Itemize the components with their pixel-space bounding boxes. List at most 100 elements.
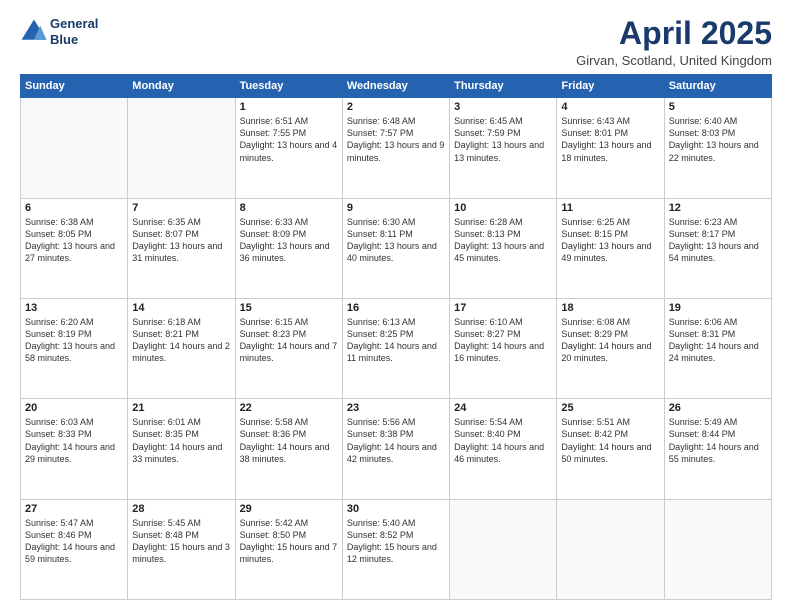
calendar-cell: 20 Sunrise: 6:03 AM Sunset: 8:33 PM Dayli… xyxy=(21,399,128,499)
calendar-week-row: 13 Sunrise: 6:20 AM Sunset: 8:19 PM Dayli… xyxy=(21,298,772,398)
day-info: Sunrise: 5:45 AM Sunset: 8:48 PM Dayligh… xyxy=(132,517,230,566)
day-number: 7 xyxy=(132,202,230,214)
calendar-cell: 30Sunrise: 5:40 AM Sunset: 8:52 PM Dayli… xyxy=(342,499,449,599)
calendar-week-row: 20 Sunrise: 6:03 AM Sunset: 8:33 PM Dayli… xyxy=(21,399,772,499)
calendar-cell: 21 Sunrise: 6:01 AM Sunset: 8:35 PM Dayli… xyxy=(128,399,235,499)
day-number: 5 xyxy=(669,101,767,113)
calendar-week-row: 1 Sunrise: 6:51 AM Sunset: 7:55 PM Daylig… xyxy=(21,98,772,198)
day-info: Sunrise: 6:45 AM Sunset: 7:59 PM Dayligh… xyxy=(454,115,552,164)
day-info: Sunrise: 5:51 AM Sunset: 8:42 PM Dayligh… xyxy=(561,416,659,465)
calendar-cell xyxy=(557,499,664,599)
day-header-tuesday: Tuesday xyxy=(235,75,342,98)
day-number: 16 xyxy=(347,302,445,314)
day-info: Sunrise: 6:43 AM Sunset: 8:01 PM Dayligh… xyxy=(561,115,659,164)
title-block: April 2025 Girvan, Scotland, United King… xyxy=(576,16,772,68)
day-number: 14 xyxy=(132,302,230,314)
calendar-cell: 6 Sunrise: 6:38 AM Sunset: 8:05 PM Daylig… xyxy=(21,198,128,298)
day-number: 8 xyxy=(240,202,338,214)
day-info: Sunrise: 6:25 AM Sunset: 8:15 PM Dayligh… xyxy=(561,216,659,265)
calendar-cell: 10 Sunrise: 6:28 AM Sunset: 8:13 PM Dayli… xyxy=(450,198,557,298)
day-number: 22 xyxy=(240,402,338,414)
day-header-wednesday: Wednesday xyxy=(342,75,449,98)
day-number: 1 xyxy=(240,101,338,113)
day-number: 27 xyxy=(25,503,123,515)
day-number: 20 xyxy=(25,402,123,414)
day-info: Sunrise: 6:03 AM Sunset: 8:33 PM Dayligh… xyxy=(25,416,123,465)
calendar-cell: 7 Sunrise: 6:35 AM Sunset: 8:07 PM Daylig… xyxy=(128,198,235,298)
day-number: 13 xyxy=(25,302,123,314)
day-number: 21 xyxy=(132,402,230,414)
calendar-cell: 27 Sunrise: 5:47 AM Sunset: 8:46 PM Dayli… xyxy=(21,499,128,599)
calendar-cell: 24 Sunrise: 5:54 AM Sunset: 8:40 PM Dayli… xyxy=(450,399,557,499)
day-header-saturday: Saturday xyxy=(664,75,771,98)
day-header-friday: Friday xyxy=(557,75,664,98)
day-number: 4 xyxy=(561,101,659,113)
day-info: Sunrise: 5:49 AM Sunset: 8:44 PM Dayligh… xyxy=(669,416,767,465)
day-info: Sunrise: 6:28 AM Sunset: 8:13 PM Dayligh… xyxy=(454,216,552,265)
header: General Blue April 2025 Girvan, Scotland… xyxy=(20,16,772,68)
day-info: Sunrise: 6:01 AM Sunset: 8:35 PM Dayligh… xyxy=(132,416,230,465)
calendar-cell: 11Sunrise: 6:25 AM Sunset: 8:15 PM Dayli… xyxy=(557,198,664,298)
calendar-cell: 14 Sunrise: 6:18 AM Sunset: 8:21 PM Dayli… xyxy=(128,298,235,398)
day-number: 23 xyxy=(347,402,445,414)
day-info: Sunrise: 6:40 AM Sunset: 8:03 PM Dayligh… xyxy=(669,115,767,164)
day-info: Sunrise: 6:38 AM Sunset: 8:05 PM Dayligh… xyxy=(25,216,123,265)
calendar-header-row: SundayMondayTuesdayWednesdayThursdayFrid… xyxy=(21,75,772,98)
calendar-cell: 2Sunrise: 6:48 AM Sunset: 7:57 PM Daylig… xyxy=(342,98,449,198)
day-info: Sunrise: 5:58 AM Sunset: 8:36 PM Dayligh… xyxy=(240,416,338,465)
logo-icon xyxy=(20,18,48,46)
day-number: 2 xyxy=(347,101,445,113)
calendar-cell xyxy=(128,98,235,198)
calendar-cell xyxy=(450,499,557,599)
day-info: Sunrise: 6:23 AM Sunset: 8:17 PM Dayligh… xyxy=(669,216,767,265)
day-number: 6 xyxy=(25,202,123,214)
calendar-cell: 17 Sunrise: 6:10 AM Sunset: 8:27 PM Dayli… xyxy=(450,298,557,398)
day-number: 12 xyxy=(669,202,767,214)
page: General Blue April 2025 Girvan, Scotland… xyxy=(0,0,792,612)
calendar-cell: 28Sunrise: 5:45 AM Sunset: 8:48 PM Dayli… xyxy=(128,499,235,599)
day-info: Sunrise: 6:35 AM Sunset: 8:07 PM Dayligh… xyxy=(132,216,230,265)
calendar-week-row: 27 Sunrise: 5:47 AM Sunset: 8:46 PM Dayli… xyxy=(21,499,772,599)
calendar-cell: 1 Sunrise: 6:51 AM Sunset: 7:55 PM Daylig… xyxy=(235,98,342,198)
day-number: 18 xyxy=(561,302,659,314)
calendar-cell: 26 Sunrise: 5:49 AM Sunset: 8:44 PM Dayli… xyxy=(664,399,771,499)
calendar-cell: 25 Sunrise: 5:51 AM Sunset: 8:42 PM Dayli… xyxy=(557,399,664,499)
calendar-cell: 8 Sunrise: 6:33 AM Sunset: 8:09 PM Daylig… xyxy=(235,198,342,298)
calendar-cell: 4 Sunrise: 6:43 AM Sunset: 8:01 PM Daylig… xyxy=(557,98,664,198)
day-header-monday: Monday xyxy=(128,75,235,98)
day-info: Sunrise: 6:15 AM Sunset: 8:23 PM Dayligh… xyxy=(240,316,338,365)
calendar-cell xyxy=(21,98,128,198)
calendar-cell: 19Sunrise: 6:06 AM Sunset: 8:31 PM Dayli… xyxy=(664,298,771,398)
day-info: Sunrise: 6:51 AM Sunset: 7:55 PM Dayligh… xyxy=(240,115,338,164)
month-title: April 2025 xyxy=(576,16,772,51)
day-info: Sunrise: 5:47 AM Sunset: 8:46 PM Dayligh… xyxy=(25,517,123,566)
calendar-cell: 15 Sunrise: 6:15 AM Sunset: 8:23 PM Dayli… xyxy=(235,298,342,398)
calendar-cell: 23 Sunrise: 5:56 AM Sunset: 8:38 PM Dayli… xyxy=(342,399,449,499)
calendar-cell: 22 Sunrise: 5:58 AM Sunset: 8:36 PM Dayli… xyxy=(235,399,342,499)
day-number: 15 xyxy=(240,302,338,314)
day-number: 10 xyxy=(454,202,552,214)
calendar-cell: 18 Sunrise: 6:08 AM Sunset: 8:29 PM Dayli… xyxy=(557,298,664,398)
day-info: Sunrise: 6:20 AM Sunset: 8:19 PM Dayligh… xyxy=(25,316,123,365)
day-number: 9 xyxy=(347,202,445,214)
day-info: Sunrise: 6:33 AM Sunset: 8:09 PM Dayligh… xyxy=(240,216,338,265)
day-info: Sunrise: 5:54 AM Sunset: 8:40 PM Dayligh… xyxy=(454,416,552,465)
calendar-cell: 3 Sunrise: 6:45 AM Sunset: 7:59 PM Daylig… xyxy=(450,98,557,198)
day-info: Sunrise: 6:08 AM Sunset: 8:29 PM Dayligh… xyxy=(561,316,659,365)
day-info: Sunrise: 5:56 AM Sunset: 8:38 PM Dayligh… xyxy=(347,416,445,465)
day-number: 3 xyxy=(454,101,552,113)
day-number: 25 xyxy=(561,402,659,414)
calendar-cell: 5 Sunrise: 6:40 AM Sunset: 8:03 PM Daylig… xyxy=(664,98,771,198)
day-number: 17 xyxy=(454,302,552,314)
calendar-week-row: 6 Sunrise: 6:38 AM Sunset: 8:05 PM Daylig… xyxy=(21,198,772,298)
calendar-cell: 16Sunrise: 6:13 AM Sunset: 8:25 PM Dayli… xyxy=(342,298,449,398)
day-info: Sunrise: 6:18 AM Sunset: 8:21 PM Dayligh… xyxy=(132,316,230,365)
calendar-cell: 29Sunrise: 5:42 AM Sunset: 8:50 PM Dayli… xyxy=(235,499,342,599)
day-number: 24 xyxy=(454,402,552,414)
day-number: 26 xyxy=(669,402,767,414)
day-info: Sunrise: 6:10 AM Sunset: 8:27 PM Dayligh… xyxy=(454,316,552,365)
day-number: 19 xyxy=(669,302,767,314)
calendar-table: SundayMondayTuesdayWednesdayThursdayFrid… xyxy=(20,74,772,600)
calendar-cell: 12 Sunrise: 6:23 AM Sunset: 8:17 PM Dayli… xyxy=(664,198,771,298)
calendar-cell: 13 Sunrise: 6:20 AM Sunset: 8:19 PM Dayli… xyxy=(21,298,128,398)
